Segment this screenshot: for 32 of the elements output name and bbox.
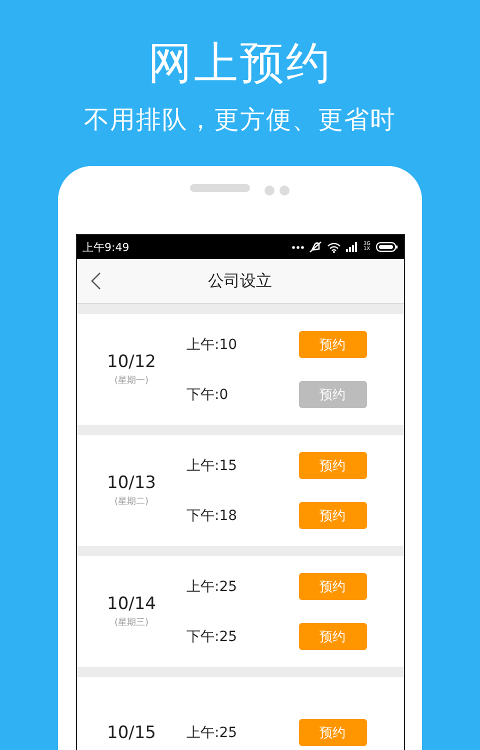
date-label: 10/15 — [107, 722, 156, 742]
book-button[interactable]: 预约 — [298, 331, 366, 358]
back-icon[interactable] — [90, 272, 100, 290]
book-button[interactable]: 预约 — [298, 573, 366, 600]
date-label: 10/14 — [107, 594, 156, 614]
slot-count: 上午:25 — [186, 578, 238, 596]
banner-subtitle: 不用排队，更方便、更省时 — [84, 104, 396, 136]
status-time: 上午9:49 — [82, 240, 130, 254]
weekday-label: (星期二) — [114, 496, 149, 508]
slot-count: 上午:25 — [186, 724, 238, 742]
slot-count: 上午:10 — [186, 336, 238, 354]
date-label: 10/12 — [107, 352, 156, 372]
camera-icon — [264, 185, 290, 196]
battery-icon — [376, 242, 398, 252]
signal-icon — [346, 242, 358, 252]
banner-title: 网上预约 — [148, 38, 332, 90]
page-title: 公司设立 — [208, 270, 272, 292]
more-icon — [292, 246, 304, 248]
mute-icon — [309, 241, 322, 253]
book-button[interactable]: 预约 — [298, 719, 366, 746]
speaker-icon — [190, 184, 250, 192]
slot-count: 下午:18 — [186, 506, 238, 524]
weekday-label: (星期三) — [114, 616, 149, 629]
book-button[interactable]: 预约 — [298, 623, 366, 650]
slot-count: 下午:0 — [186, 386, 228, 404]
wifi-icon — [327, 242, 342, 252]
slot-count: 上午:15 — [186, 456, 238, 474]
slot-count: 下午:25 — [186, 628, 238, 646]
date-label: 10/13 — [107, 473, 156, 493]
book-button[interactable]: 预约 — [298, 452, 366, 479]
book-button[interactable]: 预约 — [298, 502, 366, 529]
weekday-label: (星期一) — [114, 374, 149, 387]
